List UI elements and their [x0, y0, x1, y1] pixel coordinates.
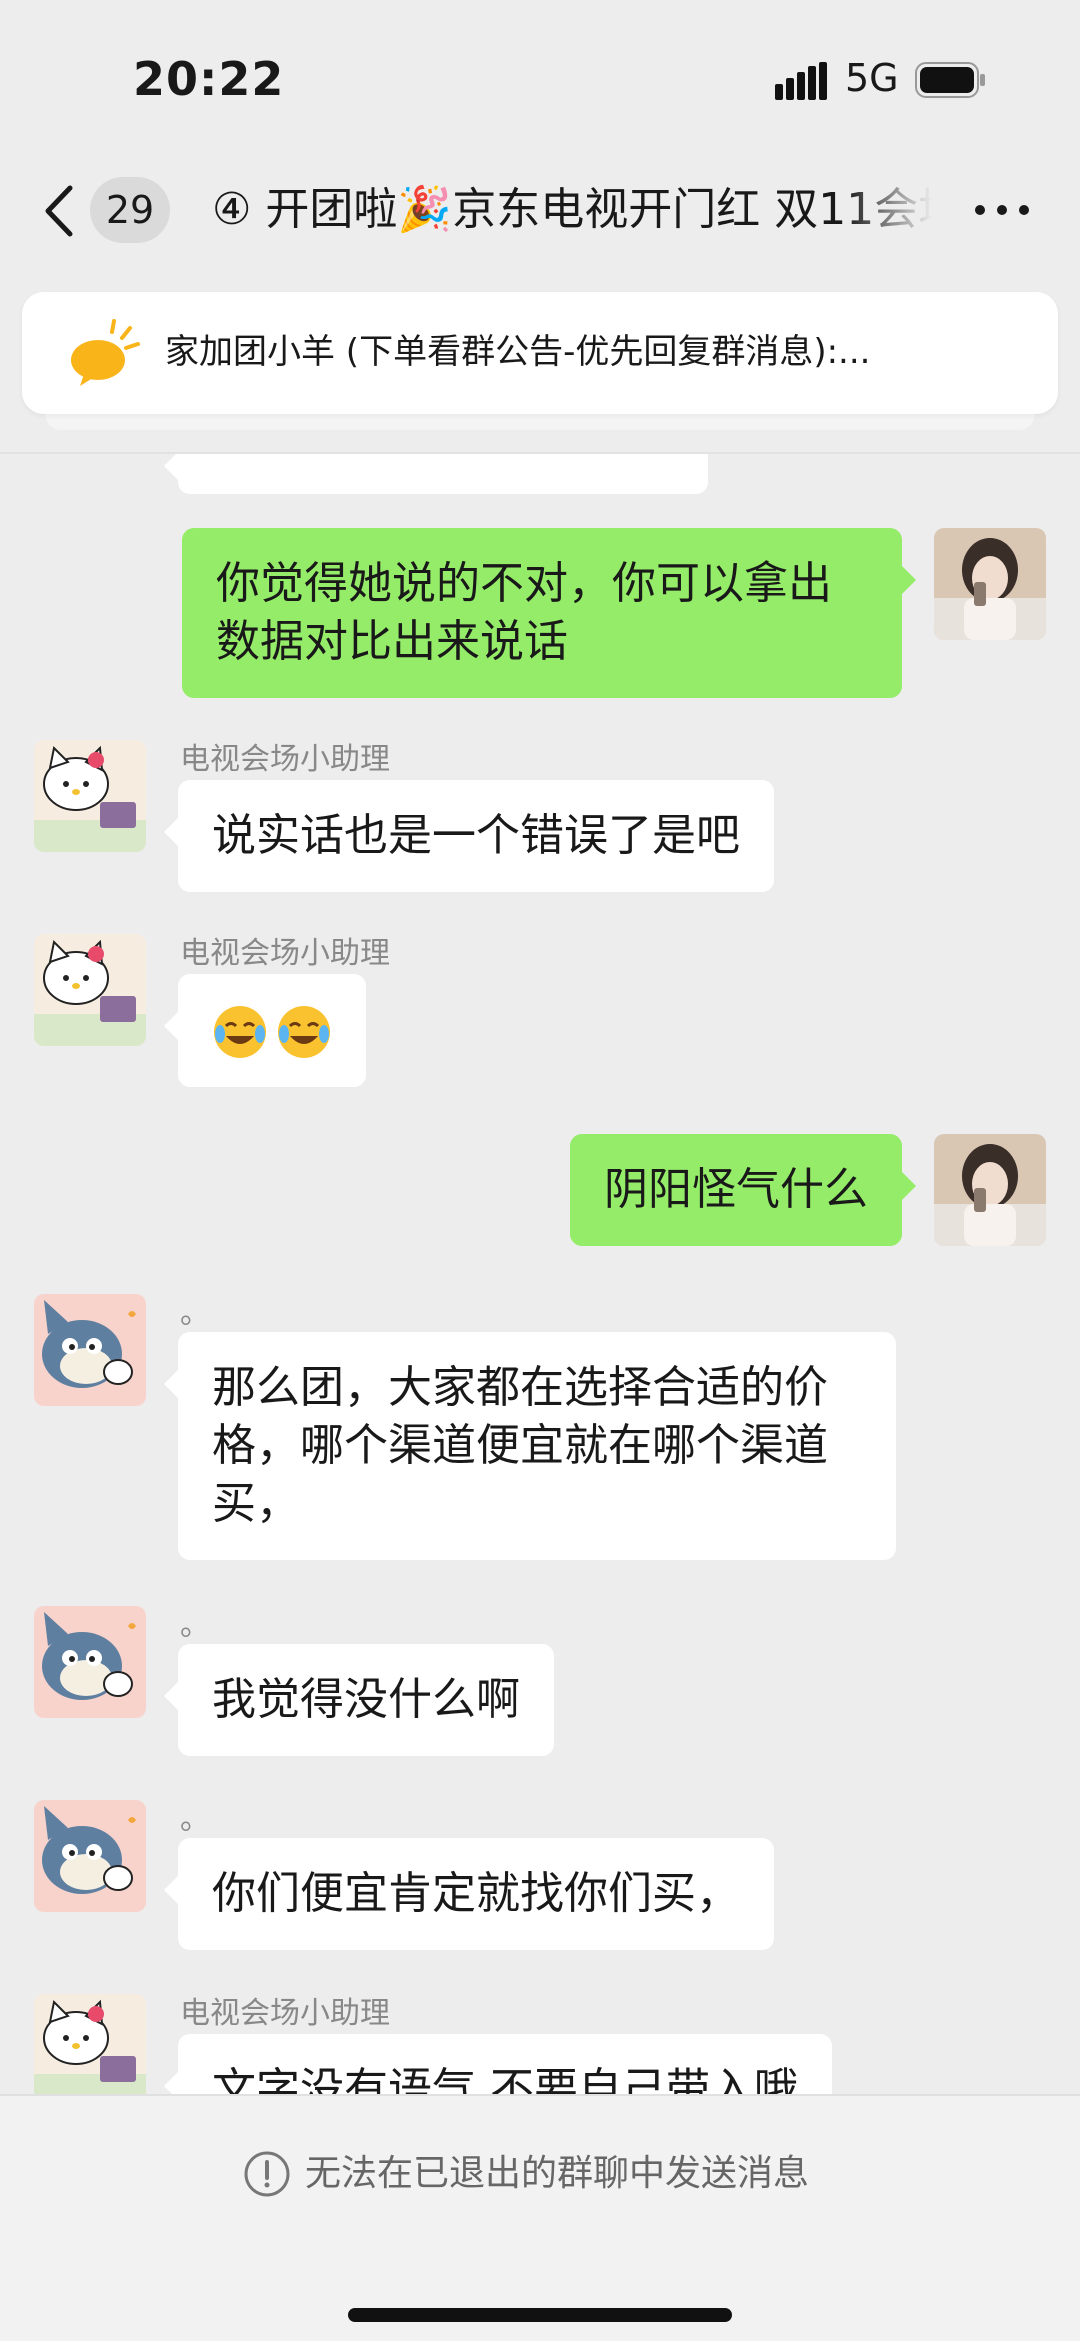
sender-name: 。 — [180, 1608, 210, 1643]
sender-name: 。 — [180, 1802, 210, 1837]
message-bubble[interactable]: 说实话也是一个错误了是吧 — [164, 780, 774, 892]
more-icon[interactable] — [972, 200, 1032, 220]
cat-avatar[interactable] — [34, 1606, 146, 1718]
message-bubble[interactable]: 我觉得没什么啊 — [164, 1644, 554, 1756]
message-bubble[interactable]: 你们便宜肯定就找你们买， — [164, 1838, 774, 1950]
chat-message-list[interactable]: 你觉得她说的不对，你可以拿出数据对比出来说话 电视会场小助理 说实话也是一个错误… — [0, 454, 1080, 2094]
cat-avatar[interactable] — [34, 1800, 146, 1912]
crying-laughing-emoji-group — [212, 1004, 332, 1060]
battery-icon — [915, 62, 985, 98]
notice-shadow — [45, 414, 1035, 430]
message-text: 你觉得她说的不对，你可以拿出数据对比出来说话 — [216, 558, 832, 667]
chat-header: 29 ④ 开团啦🎉京东电视开门红 双11会场 — [0, 160, 1080, 260]
previous-message-bubble[interactable] — [164, 454, 708, 494]
sender-name: 电视会场小助理 — [180, 1996, 390, 2031]
message-text: 那么团，大家都在选择合适的价格，哪个渠道便宜就在哪个渠道买， — [212, 1362, 828, 1529]
megaphone-icon — [71, 319, 140, 386]
message-bubble[interactable]: 阴阳怪气什么 — [570, 1134, 916, 1246]
home-indicator[interactable] — [348, 2308, 732, 2322]
sender-name: 电视会场小助理 — [180, 742, 390, 777]
kitty-avatar[interactable] — [34, 740, 146, 852]
kitty-avatar[interactable] — [34, 934, 146, 1046]
signal-icon — [775, 62, 827, 100]
message-bubble[interactable]: 你觉得她说的不对，你可以拿出数据对比出来说话 — [182, 528, 916, 698]
crying-laughing-emoji — [214, 1006, 266, 1058]
message-text: 你们便宜肯定就找你们买， — [212, 1868, 740, 1919]
message-bubble[interactable] — [164, 974, 366, 1087]
cannot-send-notice: 无法在已退出的群聊中发送消息 — [305, 2153, 810, 2194]
message-bubble[interactable]: 那么团，大家都在选择合适的价格，哪个渠道便宜就在哪个渠道买， — [164, 1332, 896, 1560]
sender-name: 电视会场小助理 — [180, 936, 390, 971]
message-text: 说实话也是一个错误了是吧 — [212, 810, 740, 861]
chat-title[interactable]: ④ 开团啦🎉京东电视开门红 双11会场 — [212, 178, 932, 242]
self-avatar[interactable] — [934, 528, 1046, 640]
group-notice-bar[interactable]: 家加团小羊 (下单看群公告-优先回复群消息):... — [22, 292, 1058, 414]
unread-count-badge[interactable]: 29 — [90, 177, 170, 243]
warning-icon — [244, 2151, 290, 2197]
network-label: 5G — [845, 56, 899, 100]
status-bar: 20:22 5G — [0, 0, 1080, 160]
self-avatar[interactable] — [934, 1134, 1046, 1246]
status-time: 20:22 — [133, 52, 285, 106]
message-text: 文字没有语气 不要自己带入哦 — [212, 2064, 798, 2094]
sender-name: 。 — [180, 1296, 210, 1331]
back-icon[interactable] — [40, 182, 80, 240]
kitty-avatar[interactable] — [34, 1994, 146, 2094]
input-area: 无法在已退出的群聊中发送消息 — [0, 2094, 1080, 2341]
message-text: 我觉得没什么啊 — [212, 1674, 520, 1725]
notice-text: 家加团小羊 (下单看群公告-优先回复群消息):... — [165, 332, 871, 372]
cat-avatar[interactable] — [34, 1294, 146, 1406]
message-text: 阴阳怪气什么 — [604, 1164, 868, 1215]
message-bubble[interactable]: 文字没有语气 不要自己带入哦 — [164, 2034, 832, 2094]
crying-laughing-emoji — [278, 1006, 330, 1058]
